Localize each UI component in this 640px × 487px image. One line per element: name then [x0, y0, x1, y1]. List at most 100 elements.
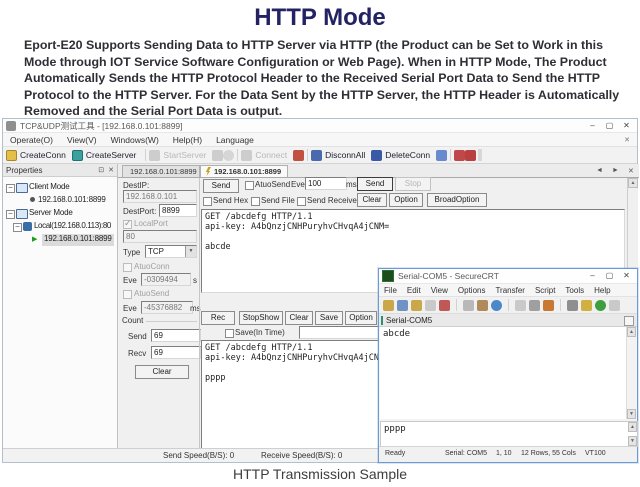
disconnect-icon[interactable] [293, 150, 304, 161]
send-option-button[interactable]: Option [389, 193, 423, 207]
eve1-field[interactable]: -0309494 [141, 273, 191, 286]
dest-ip-field[interactable]: 192.168.0.101 [123, 190, 197, 203]
paste-icon[interactable] [477, 300, 488, 311]
delete-conn-button[interactable]: DeleteConn [371, 150, 430, 161]
terminal-scrollbar[interactable]: ▲ ▼ [626, 327, 636, 419]
receive-option-button[interactable]: Option [345, 311, 377, 325]
terminal-screen[interactable]: abcde [380, 327, 628, 419]
send-received-checkbox[interactable] [297, 197, 306, 206]
tree-item-server-conn[interactable]: 192.168.0.101:8899 [42, 234, 114, 246]
connect-button[interactable]: Connect [241, 150, 287, 161]
menu-help[interactable]: Help(H) [166, 135, 209, 145]
crt-menu-script[interactable]: Script [530, 286, 560, 295]
scroll-down-icon[interactable]: ▼ [627, 409, 636, 419]
start-server-button[interactable]: StartServer [149, 150, 206, 161]
command-window[interactable]: pppp ▲ ▼ [380, 421, 638, 447]
disconn-all-button[interactable]: DisconnAll [311, 150, 365, 161]
menu-language[interactable]: Language [209, 135, 261, 145]
save-in-time-checkbox[interactable] [225, 329, 234, 338]
scroll-up-icon[interactable]: ▲ [628, 422, 637, 432]
crt-menu-edit[interactable]: Edit [402, 286, 426, 295]
tab-close-icon[interactable]: ✕ [628, 167, 638, 175]
copy-icon[interactable] [436, 150, 447, 161]
tab-next-icon[interactable]: ► [612, 167, 623, 174]
atuo-send-checkbox[interactable] [123, 290, 132, 299]
menu-windows[interactable]: Windows(W) [104, 135, 166, 145]
toolbar-overflow-grip[interactable] [478, 149, 482, 161]
recv-count-field[interactable]: 69 [151, 346, 201, 359]
stop-server-icon[interactable] [223, 150, 234, 161]
form-splitter[interactable] [199, 178, 200, 450]
menubar-close-icon[interactable]: ✕ [617, 136, 637, 144]
keymap-icon[interactable] [609, 300, 620, 311]
scroll-down-icon[interactable]: ▼ [628, 436, 637, 446]
print-icon[interactable] [515, 300, 526, 311]
type-select[interactable]: TCP ▼ [145, 245, 197, 258]
session-tab-1[interactable]: 192.168.0.101:8899 [122, 165, 200, 177]
crt-menu-help[interactable]: Help [589, 286, 615, 295]
tree-item-client-conn[interactable]: 192.168.0.101:8899 [38, 195, 106, 207]
send-hex-checkbox[interactable] [203, 197, 212, 206]
maximize-icon[interactable]: ▢ [601, 119, 618, 132]
minimize-icon[interactable]: – [584, 119, 601, 132]
scroll-up-icon[interactable]: ▲ [628, 178, 638, 188]
panel-close-icon[interactable]: ✕ [108, 166, 114, 174]
exit-icon[interactable] [465, 150, 476, 161]
count-clear-button[interactable]: Clear [135, 365, 189, 379]
expander-icon[interactable]: − [6, 184, 15, 193]
session-options-icon[interactable] [581, 300, 592, 311]
pin-icon[interactable]: ⊡ [98, 166, 104, 174]
rec-group-button[interactable]: Rec [201, 311, 235, 325]
menu-operate[interactable]: Operate(O) [3, 135, 60, 145]
dest-port-field[interactable]: 8899 [159, 204, 197, 217]
server-icon[interactable] [212, 150, 223, 161]
minimize-icon[interactable]: – [584, 269, 601, 282]
properties-icon[interactable] [567, 300, 578, 311]
send-clear-button[interactable]: Clear [357, 193, 387, 207]
connect-icon[interactable] [383, 300, 394, 311]
expander-icon[interactable]: − [13, 223, 22, 232]
copy-icon[interactable] [463, 300, 474, 311]
send-group-button[interactable]: Send [203, 179, 239, 193]
tab-prev-icon[interactable]: ◄ [596, 167, 607, 174]
crt-menu-file[interactable]: File [379, 286, 402, 295]
session-manager-icon[interactable] [411, 300, 422, 311]
create-server-button[interactable]: CreateServer [72, 150, 137, 161]
close-icon[interactable]: ✕ [618, 119, 635, 132]
crt-session-tab[interactable]: Serial-COM5 [386, 316, 432, 325]
stop-button[interactable]: Stop [395, 177, 431, 191]
clone-session-icon[interactable] [425, 300, 436, 311]
tree-item-client-mode[interactable]: Client Mode [29, 182, 70, 194]
session-tab-close-icon[interactable] [624, 316, 634, 326]
menu-view[interactable]: View(V) [60, 135, 104, 145]
create-conn-button[interactable]: CreateConn [6, 150, 66, 161]
local-port-checkbox[interactable]: ✓ [123, 220, 132, 229]
session-tab-2-active[interactable]: 192.168.0.101:8899 [200, 165, 288, 177]
broad-option-button[interactable]: BroadOption [427, 193, 487, 207]
send-file-checkbox[interactable] [251, 197, 260, 206]
send-button[interactable]: Send [357, 177, 393, 191]
local-port-field[interactable]: 80 [123, 230, 197, 243]
eve2-field[interactable]: -45376882 [141, 301, 193, 314]
stop-show-button[interactable]: StopShow [239, 311, 283, 325]
tree-item-server-mode[interactable]: Server Mode [29, 208, 73, 220]
send-count-field[interactable]: 69 [151, 329, 201, 342]
find-icon[interactable] [491, 300, 502, 311]
print-setup-icon[interactable] [529, 300, 540, 311]
clear-all-icon[interactable] [454, 150, 465, 161]
tree-item-server-local[interactable]: Local(192.168.0.113):80 [34, 221, 111, 233]
atuosend-checkbox[interactable] [245, 181, 254, 190]
save-button[interactable]: Save [315, 311, 343, 325]
scroll-up-icon[interactable]: ▲ [627, 327, 636, 337]
transfer-icon[interactable] [543, 300, 554, 311]
crt-menu-options[interactable]: Options [453, 286, 491, 295]
eve-interval-field[interactable]: 100 [305, 177, 347, 190]
quick-connect-icon[interactable] [397, 300, 408, 311]
crt-menu-view[interactable]: View [426, 286, 453, 295]
receive-clear-button[interactable]: Clear [285, 311, 313, 325]
crt-menu-transfer[interactable]: Transfer [490, 286, 530, 295]
atuo-conn-checkbox[interactable] [123, 263, 132, 272]
disconnect-icon[interactable] [439, 300, 450, 311]
close-icon[interactable]: ✕ [618, 269, 635, 282]
crt-menu-tools[interactable]: Tools [560, 286, 589, 295]
